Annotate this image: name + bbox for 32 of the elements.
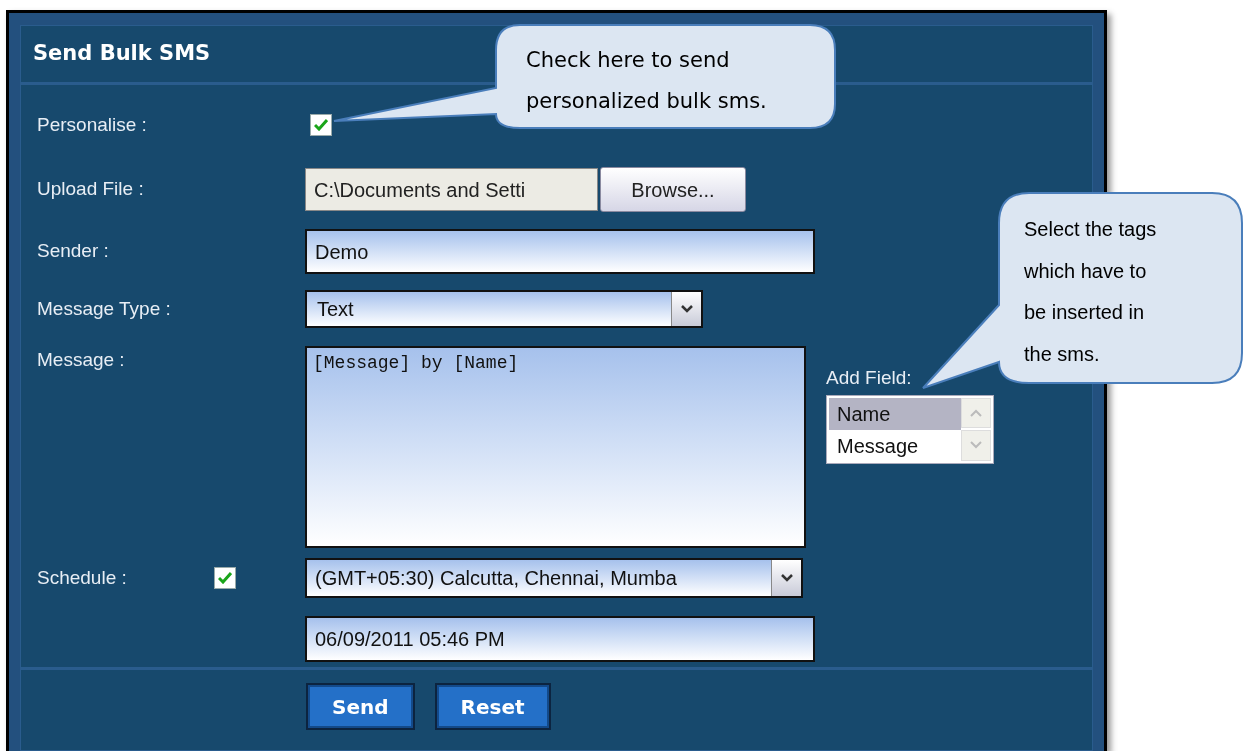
- file-path-field[interactable]: C:\Documents and Setti: [305, 168, 598, 211]
- panel-title: Send Bulk SMS: [33, 40, 211, 68]
- message-field[interactable]: [Message] by [Name]: [305, 346, 806, 548]
- callout-text: Check here to send personalized bulk sms.: [526, 47, 767, 115]
- checkbox[interactable]: [214, 567, 236, 589]
- message-type-select[interactable]: Text: [305, 290, 703, 328]
- scrollbar[interactable]: [961, 397, 991, 461]
- browse-button[interactable]: Browse...: [600, 167, 746, 212]
- datetime-field[interactable]: 06/09/2011 05:46 PM: [305, 616, 815, 662]
- dropdown-button[interactable]: [671, 292, 701, 326]
- timezone-select[interactable]: (GMT+05:30) Calcutta, Chennai, Mumba: [305, 558, 803, 598]
- field-label: Schedule :: [37, 566, 127, 588]
- callout-text: Select the tags which have to be inserted in the sms.: [1024, 217, 1157, 367]
- field-label: Personalise :: [37, 113, 147, 135]
- scroll-up-icon: [970, 408, 982, 417]
- checkmark-icon: [314, 119, 328, 131]
- dropdown-button[interactable]: [771, 560, 801, 596]
- caret-icon: [680, 305, 693, 313]
- field-label: Upload File :: [37, 178, 144, 200]
- add-field-label: Add Field:: [826, 366, 913, 390]
- field-label: Message :: [37, 349, 125, 370]
- checkbox[interactable]: [310, 114, 332, 136]
- caret-icon: [780, 574, 793, 582]
- form-button[interactable]: Reset: [434, 683, 551, 730]
- tag-option[interactable]: Name: [829, 397, 961, 430]
- field-label: Message Type :: [37, 297, 171, 319]
- tag-list[interactable]: Name Message: [826, 394, 994, 464]
- sender-field[interactable]: Demo: [305, 229, 815, 274]
- scroll-down-icon: [970, 441, 982, 450]
- checkmark-icon: [218, 572, 232, 584]
- form-button[interactable]: Send: [306, 683, 415, 730]
- field-label: Sender :: [37, 240, 109, 262]
